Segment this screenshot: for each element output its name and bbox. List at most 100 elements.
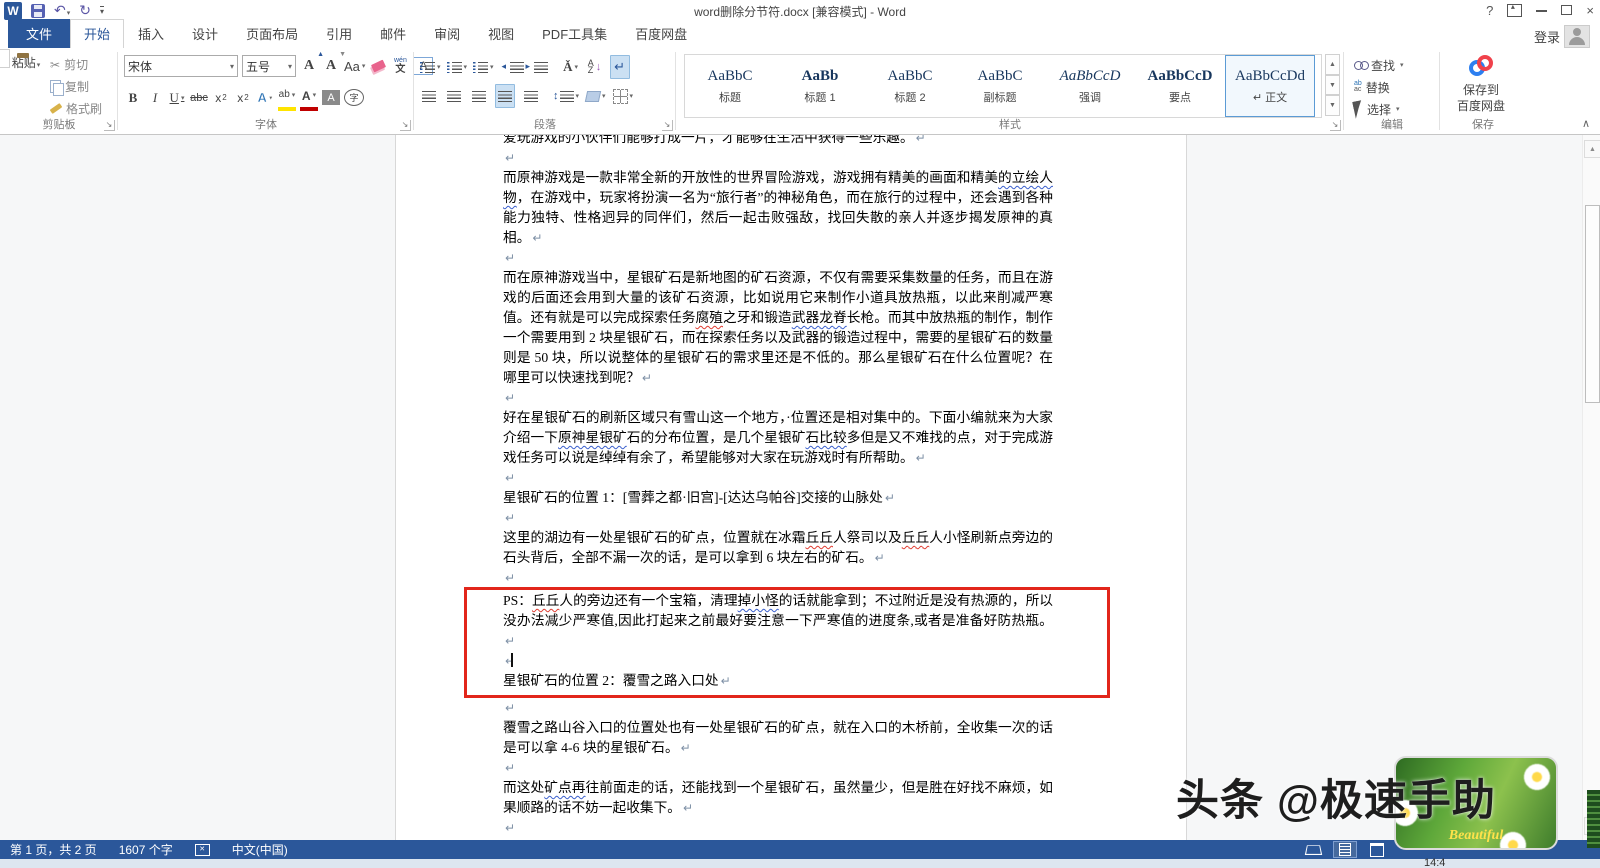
web-layout-button[interactable] [1366,842,1388,857]
line-spacing-button[interactable]: ↕ ▾ [553,85,579,107]
show-formatting-marks-button[interactable]: ↵ [609,55,630,79]
paragraph[interactable]: ↵ [503,468,1053,488]
increase-indent-button[interactable] [526,56,550,78]
align-right-button[interactable] [470,85,488,107]
styles-dialog-launcher[interactable]: ↘ [1330,120,1341,131]
borders-button[interactable]: ▾ [612,85,633,107]
paragraph[interactable]: 而在原神游戏当中，星银矿石是新地图的矿石资源，不仅有需要采集数量的任务，而且在游… [503,268,1053,388]
close-button[interactable]: × [1586,4,1594,17]
font-color-button[interactable]: A ▾ [300,85,318,111]
clipboard-dialog-launcher[interactable]: ↘ [104,120,115,131]
bullets-button[interactable]: ▾ [420,56,441,78]
style-emphasis[interactable]: AaBbCcD 强调 [1045,55,1135,117]
tab-file[interactable]: 文件 [8,19,71,48]
paste-button[interactable]: 粘贴▾ [5,54,47,124]
subscript-button[interactable]: x2 [212,87,230,109]
replace-button[interactable]: ab ac 替换 [1354,77,1404,97]
sort-button[interactable]: A Z ↓ [586,56,604,78]
multilevel-list-button[interactable]: ▾ [473,56,494,78]
styles-more-button[interactable]: ▼ [1325,95,1340,117]
grow-font-button[interactable]: A ▲ [300,50,324,77]
clear-formatting-button[interactable] [369,55,387,77]
paragraph[interactable]: ↵ [503,698,1053,718]
change-case-button[interactable]: Aa ▾ [344,55,365,77]
underline-button[interactable]: U ▾ [168,87,186,109]
paragraph[interactable]: 覆雪之路山谷入口的位置处也有一处星银矿石的矿点，就在入口的木桥前，全收集一次的话… [503,718,1053,758]
enclose-characters-button[interactable]: 字 [344,89,364,106]
print-layout-button[interactable] [1333,841,1357,858]
text-effects-button[interactable]: A ▾ [256,87,274,109]
numbering-button[interactable]: ▾ [446,56,467,78]
proofing-status-icon[interactable]: ✕ [194,843,210,856]
help-button[interactable]: ? [1486,4,1493,17]
paragraph[interactable]: 星银矿石的位置 2：覆雪之路入口处 ↵ [503,671,1053,691]
paragraph[interactable]: 星银矿石的位置 1：[雪葬之都·旧宫]-[达达乌帕谷]交接的山脉处 ↵ [503,488,1053,508]
asian-layout-button[interactable]: Ǎ ▾ [562,56,580,78]
decrease-indent-button[interactable] [502,56,526,78]
restore-button[interactable] [1561,2,1576,15]
ribbon-display-options-button[interactable] [1507,3,1523,17]
tab-view[interactable]: 视图 [474,20,528,48]
character-shading-button[interactable]: A [322,90,340,105]
superscript-button[interactable]: x2 [234,87,252,109]
style-subtle-emphasis[interactable]: AaBbCcD不明显强调 [1315,55,1321,117]
bold-button[interactable]: B [124,87,142,109]
justify-button[interactable] [495,84,515,108]
word-count[interactable]: 1607 个字 [119,841,173,858]
paragraph[interactable]: 而这处矿点再往前面走的话，还能找到一个星银矿石，虽然量少，但是胜在好找不麻烦，如… [503,778,1053,818]
read-mode-button[interactable] [1302,842,1324,857]
paragraph[interactable]: ↵ [503,818,1053,838]
italic-button[interactable]: I [146,87,164,109]
tab-references[interactable]: 引用 [312,20,366,48]
vertical-scrollbar[interactable]: ▲ ▼ [1582,135,1600,840]
paragraph[interactable]: 爱玩游戏的小伙伴们能够打成一片，才能够在生活中获得一些乐趣。 ↵ [503,135,1053,148]
collapse-ribbon-button[interactable]: ∧ [1582,117,1590,130]
tab-mailings[interactable]: 邮件 [366,20,420,48]
paragraph[interactable]: ↵ [503,148,1053,168]
tab-pdf-tools[interactable]: PDF工具集 [528,20,621,48]
save-to-baidu-pan-button[interactable]: 保存到 百度网盘 [1448,54,1514,115]
paragraph[interactable]: 而原神游戏是一款非常全新的开放性的世界冒险游戏，游戏拥有精美的画面和精美的立绘人… [503,168,1053,248]
paragraph[interactable]: ↵ [503,388,1053,408]
language-indicator[interactable]: 中文(中国) [232,841,288,858]
style-strong[interactable]: AaBbCcD 要点 [1135,55,1225,117]
page-indicator[interactable]: 第 1 页，共 2 页 [10,841,97,858]
style-title[interactable]: AaBbC 标题 [685,55,775,117]
styles-scroll-up-button[interactable]: ▲ [1325,54,1340,75]
sign-in-link[interactable]: 登录 [1534,27,1560,46]
style-subtitle[interactable]: AaBbC 副标题 [955,55,1045,117]
paragraph[interactable]: ↵ [503,651,1053,671]
tab-page-layout[interactable]: 页面布局 [232,20,312,48]
style-heading1[interactable]: AaBb 标题 1 [775,55,865,117]
shrink-font-button[interactable]: A ▼ [322,50,346,77]
font-dialog-launcher[interactable]: ↘ [400,120,411,131]
minimize-button[interactable] [1536,10,1548,12]
cut-button[interactable]: ✂ 剪切 [50,56,102,73]
highlight-color-button[interactable]: ab ▾ [278,84,296,111]
align-left-button[interactable] [420,85,438,107]
scrollbar-thumb[interactable] [1585,205,1600,403]
paragraph[interactable]: ↵ [503,248,1053,268]
format-painter-button[interactable]: 格式刷 [49,100,102,117]
tab-design[interactable]: 设计 [178,20,232,48]
tab-review[interactable]: 审阅 [420,20,474,48]
phonetic-guide-button[interactable]: wén 文 [391,55,409,77]
style-heading2[interactable]: AaBbC 标题 2 [865,55,955,117]
copy-button[interactable]: 复制 [50,78,102,96]
tab-baidu-pan[interactable]: 百度网盘 [621,20,701,48]
account-avatar[interactable] [1564,25,1590,48]
style-normal[interactable]: AaBbCcDd ↵ 正文 [1225,55,1315,117]
font-family-combo[interactable]: 宋体 ▾ [124,55,238,77]
strikethrough-button[interactable]: abc [190,87,208,109]
styles-scroll-down-button[interactable]: ▼ [1325,74,1340,96]
scroll-up-button[interactable]: ▲ [1584,140,1600,158]
paragraph[interactable]: ↵ [503,568,1053,588]
paragraph[interactable]: PS：丘丘人的旁边还有一个宝箱，清理掉小怪的话就能拿到；不过附近是没有热源的，所… [503,591,1053,651]
tab-home[interactable]: 开始 [70,19,125,48]
paragraph-dialog-launcher[interactable]: ↘ [662,120,673,131]
find-button[interactable]: 查找 ▾ [1354,55,1404,75]
paragraph[interactable]: 这里的湖边有一处星银矿石的矿点，位置就在冰霜丘丘人祭司以及丘丘人小怪刷新点旁边的… [503,528,1053,568]
tab-insert[interactable]: 插入 [124,20,178,48]
document-page[interactable]: 爱玩游戏的小伙伴们能够打成一片，才能够在生活中获得一些乐趣。 ↵ ↵ 而原神游戏是一款… [395,135,1187,840]
font-size-combo[interactable]: 五号 ▾ [242,55,296,77]
